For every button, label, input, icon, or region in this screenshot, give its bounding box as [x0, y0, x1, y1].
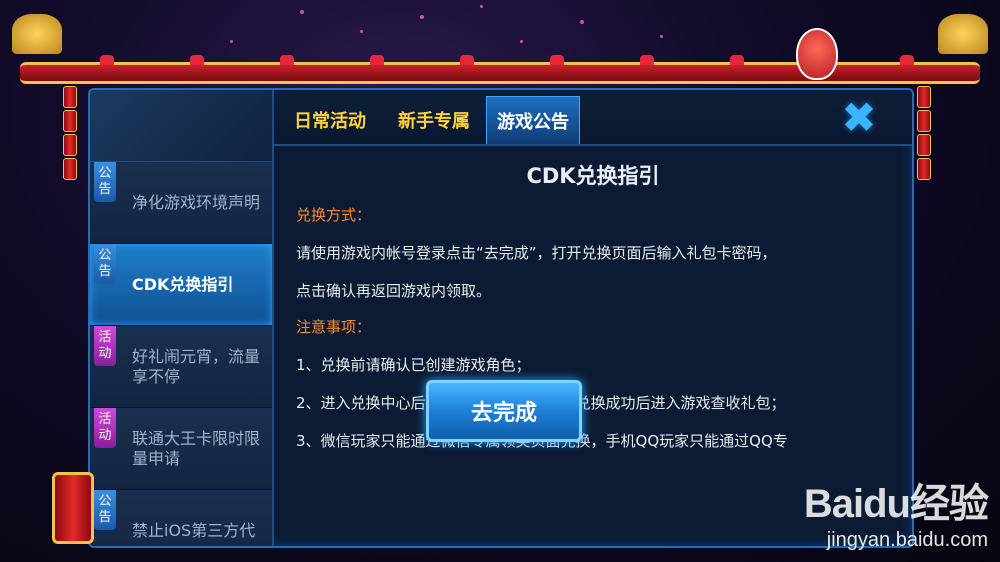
sidebar-item-label: 好礼闹元宵，流量享不停: [132, 346, 261, 386]
close-icon: ✖: [841, 92, 877, 142]
method-line-1: 请使用游戏内帐号登录点击“去完成”，打开兑换页面后输入礼包卡密码，: [296, 244, 777, 262]
sidebar-item-ios-notice[interactable]: 公告 禁止iOS第三方代: [90, 490, 272, 546]
sidebar-item-label: 联通大王卡限时限量申请: [132, 428, 261, 468]
close-button[interactable]: ✖: [836, 92, 882, 142]
sidebar-item-unicom-card[interactable]: 活动 联通大王卡限时限量申请: [90, 408, 272, 490]
sidebar-item-cleanup-statement[interactable]: 公告 净化游戏环境声明: [90, 162, 272, 244]
watermark-logo: Baidu经验: [803, 482, 989, 526]
sidebar-item-lantern-festival[interactable]: 活动 好礼闹元宵，流量享不停: [90, 326, 272, 408]
tab-game-announcements[interactable]: 游戏公告: [486, 96, 580, 144]
watermark-url: jingyan.baidu.com: [826, 529, 988, 551]
baidu-watermark: Baidu经验 jingyan.baidu.com: [803, 471, 989, 552]
note-2: 2、进入兑换中心后，正确填写相关信息，兑换成功后进入游戏查收礼包；: [296, 392, 890, 414]
tab-newbie-exclusive[interactable]: 新手专属: [388, 96, 480, 144]
sidebar-item-label: 禁止iOS第三方代: [132, 520, 256, 540]
notes-label: 注意事项：: [296, 318, 372, 336]
notice-tag: 公告: [94, 162, 116, 202]
dragon-ornament-left: [12, 14, 62, 54]
note-3: 3、微信玩家只能通过微信专属领奖页面兑换，手机QQ玩家只能通过QQ专: [296, 430, 890, 452]
event-tag: 活动: [94, 408, 116, 448]
event-tag: 活动: [94, 326, 116, 366]
tab-bar: 日常活动 新手专属 游戏公告 ✖: [274, 90, 912, 146]
method-line-2: 点击确认再返回游戏内领取。: [296, 282, 492, 300]
tab-daily-activities[interactable]: 日常活动: [284, 96, 376, 144]
method-label: 兑换方式：: [296, 206, 372, 224]
page-title: CDK兑换指引: [526, 164, 660, 188]
note-1: 1、兑换前请确认已创建游戏角色；: [296, 356, 531, 374]
sidebar: 公告 净化游戏环境声明 公告 CDK兑换指引 活动 好礼闹元宵，流量享不停 活动…: [90, 90, 274, 546]
notice-tag: 公告: [94, 490, 116, 530]
firecracker-decoration: [52, 472, 94, 544]
sidebar-item-cdk-guide[interactable]: 公告 CDK兑换指引: [90, 244, 272, 326]
go-complete-button[interactable]: 去完成: [426, 380, 582, 442]
announcement-panel: 公告 净化游戏环境声明 公告 CDK兑换指引 活动 好礼闹元宵，流量享不停 活动…: [88, 88, 914, 548]
firecracker-string-left: [50, 84, 90, 182]
sidebar-header: [90, 90, 272, 162]
sidebar-item-label: 净化游戏环境声明: [132, 192, 261, 212]
notice-tag: 公告: [94, 244, 116, 284]
mascot-bird-decoration: [796, 28, 838, 80]
dragon-ornament-right: [938, 14, 988, 54]
sidebar-item-label: CDK兑换指引: [132, 274, 234, 294]
